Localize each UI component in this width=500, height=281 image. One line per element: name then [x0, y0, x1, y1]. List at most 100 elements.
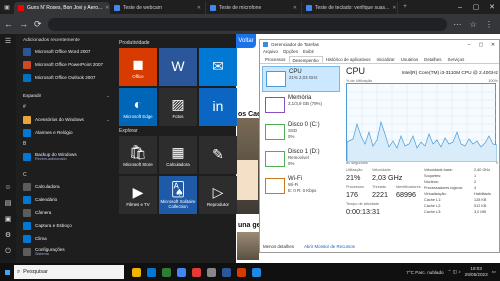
- start-tile[interactable]: ▨ Fotos: [159, 88, 197, 126]
- open-resource-monitor-link[interactable]: Abrir Monitor de Recursos: [304, 244, 355, 249]
- pinned-app-icon[interactable]: [222, 267, 231, 277]
- web-back-button[interactable]: Voltar: [236, 34, 256, 48]
- tab-overview-icon[interactable]: ▣: [0, 0, 14, 14]
- tm-maximize-button[interactable]: ▢: [475, 42, 487, 48]
- speed-value: 2,03 GHz: [372, 173, 403, 182]
- start-tile[interactable]: ◐ Microsoft Edge: [119, 88, 157, 126]
- pinned-app-icon[interactable]: [237, 267, 246, 277]
- power-icon[interactable]: ⏻: [4, 248, 12, 256]
- documents-icon[interactable]: ▤: [4, 200, 12, 208]
- pinned-app-icon[interactable]: [132, 267, 141, 277]
- group-letter-hash[interactable]: #: [23, 104, 26, 110]
- tab-desempenho[interactable]: Desempenho: [288, 56, 323, 63]
- tab-processos[interactable]: Processos: [262, 56, 289, 63]
- back-icon[interactable]: ←: [4, 19, 13, 29]
- article-image-3[interactable]: [237, 232, 259, 260]
- app-list-item[interactable]: Configurações Sistema: [18, 246, 116, 257]
- menu-item[interactable]: Arquivo: [263, 49, 278, 56]
- app-list-item-icon: [23, 152, 31, 161]
- tm-close-button[interactable]: ✕: [487, 42, 499, 48]
- start-tile[interactable]: W: [159, 48, 197, 86]
- pinned-app-icon[interactable]: [177, 267, 186, 277]
- tab-servi-os[interactable]: Serviços: [445, 56, 468, 63]
- recent-app-item-icon: [23, 47, 31, 56]
- pinned-app-icon[interactable]: [147, 267, 156, 277]
- start-tile[interactable]: 🂡 Microsoft Solitaire Collection: [159, 176, 197, 214]
- performance-item[interactable]: Disco 1 (D:) Removível 0%: [262, 147, 340, 173]
- pinned-app-icon[interactable]: [207, 267, 216, 277]
- address-bar[interactable]: [47, 17, 448, 31]
- article-image-2[interactable]: [236, 160, 258, 200]
- menu-item[interactable]: Exibir: [303, 49, 314, 56]
- notifications-icon[interactable]: ▭: [492, 269, 496, 275]
- close-button[interactable]: ✕: [484, 0, 500, 14]
- maximize-button[interactable]: ▢: [468, 0, 484, 14]
- start-tile[interactable]: ▶ Filmes e TV: [119, 176, 157, 214]
- start-tile[interactable]: 🛍 Microsoft Store: [119, 136, 157, 174]
- recent-app-item[interactable]: Microsoft Office Outlook 2007: [18, 72, 116, 83]
- less-details-button[interactable]: Menos detalhes: [263, 244, 294, 249]
- tab-detalhes[interactable]: Detalhes: [421, 56, 444, 63]
- start-tile[interactable]: ▦ Calculadora: [159, 136, 197, 174]
- pinned-app-icon[interactable]: [252, 267, 261, 277]
- browser-tab[interactable]: Teste de teclado: verifique suas... ✕: [302, 2, 398, 14]
- pictures-icon[interactable]: ▣: [4, 216, 12, 224]
- menu-icon[interactable]: ☰: [4, 38, 12, 46]
- tab-close-icon[interactable]: ✕: [293, 5, 297, 11]
- performance-item[interactable]: Memória 3,1/3,9 GB (79%): [262, 93, 340, 119]
- performance-item-detail: 21% 2,03 GHz: [289, 75, 318, 81]
- recent-app-item[interactable]: Microsoft Office Word 2007: [18, 46, 116, 57]
- app-list-item-text: Alarmes e Relógio: [35, 130, 73, 135]
- app-list-item[interactable]: Alarmes e Relógio: [18, 127, 116, 138]
- app-list-item-icon: [23, 234, 31, 243]
- user-icon[interactable]: ☺: [4, 184, 12, 192]
- performance-item[interactable]: CPU 21% 2,03 GHz: [262, 66, 340, 92]
- minimize-button[interactable]: –: [452, 0, 468, 14]
- pinned-app-icon[interactable]: [192, 267, 201, 277]
- app-list-item[interactable]: Captura e Esboço: [18, 220, 116, 231]
- task-manager-titlebar[interactable]: Gerenciador de Tarefas – ▢ ✕: [260, 40, 499, 49]
- recent-app-item[interactable]: Microsoft Office PowerPoint 2007: [18, 59, 116, 70]
- tm-minimize-button[interactable]: –: [463, 42, 475, 48]
- menu-item[interactable]: Opções: [283, 49, 298, 56]
- tab-usu-rios[interactable]: Usuários: [398, 56, 421, 63]
- start-tile[interactable]: ✉: [199, 48, 237, 86]
- tab-close-icon[interactable]: ✕: [105, 5, 109, 11]
- app-list-item[interactable]: Calculadora: [18, 181, 116, 192]
- start-tile[interactable]: ◼ Office: [119, 48, 157, 86]
- settings-icon[interactable]: ⚙: [4, 232, 12, 240]
- browser-tab[interactable]: Guns N' Roses, Bon Jovi y Aero... ✕: [14, 2, 110, 14]
- taskbar-search-box[interactable]: ⌕ Pesquisar: [14, 265, 124, 279]
- recent-app-item-icon: [23, 73, 31, 82]
- forward-icon[interactable]: →: [19, 19, 28, 29]
- tab-close-icon[interactable]: ✕: [392, 5, 396, 11]
- group-letter-c[interactable]: C: [23, 172, 27, 178]
- start-button[interactable]: [0, 263, 14, 281]
- app-list-item-icon: [23, 128, 31, 137]
- app-list-item[interactable]: Calendário: [18, 194, 116, 205]
- start-tile[interactable]: ▷ Reprodutor: [199, 176, 237, 214]
- weather-widget[interactable]: 7°C Parc. nublado: [406, 270, 443, 275]
- browser-tab[interactable]: Teste de webcam ✕: [110, 2, 206, 14]
- app-list-item[interactable]: Clima: [18, 233, 116, 244]
- start-tile[interactable]: in: [199, 88, 237, 126]
- app-list-item[interactable]: Acessórios do Windows ⌄: [18, 114, 116, 125]
- app-list-item[interactable]: Câmera: [18, 207, 116, 218]
- browser-menu-icons[interactable]: ⋯ ☆ ⋮: [453, 20, 496, 29]
- tab-hist-rico-de-aplicativos[interactable]: Histórico de aplicativos: [323, 56, 374, 63]
- reload-icon[interactable]: ⟳: [34, 19, 42, 30]
- new-tab-button[interactable]: +: [398, 0, 412, 14]
- start-tile[interactable]: ✎: [199, 136, 237, 174]
- app-list-item[interactable]: Backup do Windows Recém-adicionado: [18, 151, 116, 162]
- tab-inicializar[interactable]: Inicializar: [374, 56, 398, 63]
- expand-button[interactable]: Expandir ⌄: [18, 90, 116, 101]
- performance-item[interactable]: Disco 0 (C:) SSD 0%: [262, 120, 340, 146]
- group-letter-b[interactable]: B: [23, 141, 26, 147]
- tab-close-icon[interactable]: ✕: [197, 5, 201, 11]
- pinned-app-icon[interactable]: [162, 267, 171, 277]
- tray-icons[interactable]: ⌃ ◫ ♪: [448, 269, 461, 275]
- app-list-item-label: Clima: [35, 236, 47, 241]
- performance-item[interactable]: Wi-Fi Wi-Fi E: 0 R: 0 Kbps: [262, 174, 340, 200]
- clock[interactable]: 18:03 29/05/2023: [465, 266, 488, 278]
- browser-tab[interactable]: Teste de microfone ✕: [206, 2, 302, 14]
